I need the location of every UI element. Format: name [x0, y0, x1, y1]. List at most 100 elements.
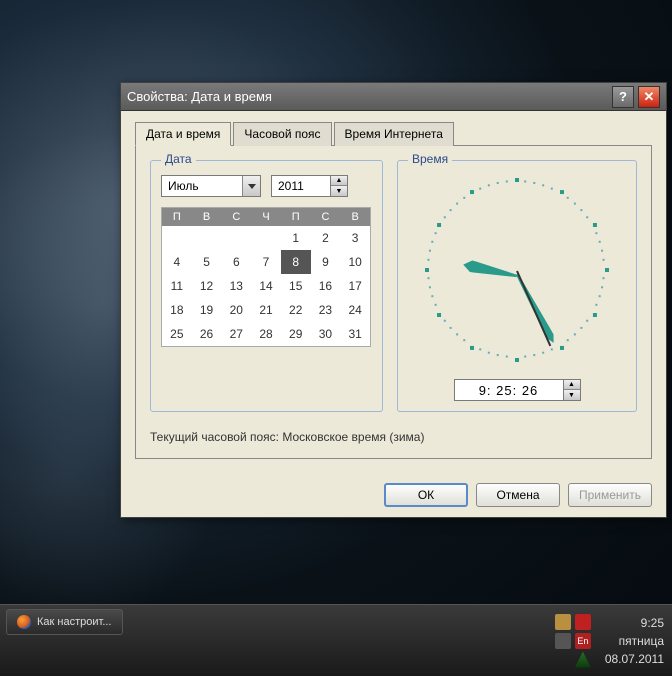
calendar-day[interactable]: 29	[281, 322, 311, 346]
tab-internet-time[interactable]: Время Интернета	[334, 122, 454, 146]
help-button[interactable]: ?	[612, 86, 634, 108]
clock-tick	[533, 182, 535, 184]
time-up-button[interactable]: ▲	[564, 380, 580, 390]
calendar-day[interactable]: 12	[192, 274, 222, 298]
clock-tick	[506, 356, 508, 358]
close-button[interactable]: ✕	[638, 86, 660, 108]
date-group-label: Дата	[161, 152, 196, 166]
calendar-day[interactable]: 25	[162, 322, 192, 346]
taskbar[interactable]: Как настроит... En 9:25 пятница 08.07.20…	[0, 604, 672, 676]
tray-clock[interactable]: 9:25 пятница 08.07.2011	[605, 614, 664, 668]
clock-tick	[605, 268, 609, 272]
clock-tick	[479, 348, 481, 350]
clock-tick	[437, 313, 441, 317]
clock-tick	[437, 223, 441, 227]
taskbar-app-button[interactable]: Как настроит...	[6, 609, 123, 635]
time-spinner[interactable]: 9: 25: 26 ▲ ▼	[454, 379, 581, 401]
year-value[interactable]: 2011	[271, 175, 331, 197]
tray-day: пятница	[605, 632, 664, 650]
chevron-down-icon[interactable]	[242, 176, 260, 196]
calendar-day[interactable]: 14	[251, 274, 281, 298]
calendar-day[interactable]: 30	[311, 322, 341, 346]
clock-tick	[435, 232, 437, 234]
clock-tick	[463, 197, 465, 199]
calendar-day[interactable]: 16	[311, 274, 341, 298]
calendar-day[interactable]: 26	[192, 322, 222, 346]
calendar-empty	[221, 226, 251, 250]
clock-tick	[595, 232, 597, 234]
year-down-button[interactable]: ▼	[331, 186, 347, 196]
calendar-day[interactable]: 3	[340, 226, 370, 250]
tray-icon-1[interactable]	[555, 614, 571, 630]
calendar-day[interactable]: 24	[340, 298, 370, 322]
weekday-header: С	[311, 208, 341, 226]
clock-tick	[435, 304, 437, 306]
clock-tick	[524, 180, 526, 182]
ok-button[interactable]: ОК	[384, 483, 468, 507]
clock-second-hand	[516, 271, 551, 347]
apply-button[interactable]: Применить	[568, 483, 652, 507]
calendar-day[interactable]: 6	[221, 250, 251, 274]
clock-tick	[599, 241, 601, 243]
calendar-day[interactable]: 13	[221, 274, 251, 298]
titlebar[interactable]: Свойства: Дата и время ? ✕	[121, 83, 666, 111]
calendar-day[interactable]: 17	[340, 274, 370, 298]
calendar-day[interactable]: 11	[162, 274, 192, 298]
month-select[interactable]: Июль	[161, 175, 261, 197]
calendar-day[interactable]: 9	[311, 250, 341, 274]
calendar-day[interactable]: 8	[281, 250, 311, 274]
tab-timezone[interactable]: Часовой пояс	[233, 122, 331, 146]
calendar-day[interactable]: 10	[340, 250, 370, 274]
calendar-day[interactable]: 18	[162, 298, 192, 322]
clock-tick	[429, 250, 431, 252]
system-tray: En 9:25 пятница 08.07.2011	[555, 609, 664, 672]
calendar-day[interactable]: 7	[251, 250, 281, 274]
calendar-day[interactable]: 31	[340, 322, 370, 346]
time-down-button[interactable]: ▼	[564, 390, 580, 400]
tray-icon-2[interactable]	[575, 614, 591, 630]
language-indicator[interactable]: En	[575, 633, 591, 649]
time-group: Время 9: 25: 26 ▲ ▼	[397, 160, 637, 412]
clock-tick	[456, 333, 458, 335]
calendar-day[interactable]: 2	[311, 226, 341, 250]
clock-tick	[515, 358, 519, 362]
timezone-text: Текущий часовой пояс: Московское время (…	[150, 430, 637, 444]
calendar-day[interactable]: 23	[311, 298, 341, 322]
calendar-day[interactable]: 5	[192, 250, 222, 274]
clock-tick	[560, 190, 564, 194]
clock-tick	[560, 346, 564, 350]
tray-time: 9:25	[605, 614, 664, 632]
taskbar-app-label: Как настроит...	[37, 616, 112, 628]
tray-icon-keyboard[interactable]	[555, 633, 571, 649]
calendar-day[interactable]: 15	[281, 274, 311, 298]
cancel-button[interactable]: Отмена	[476, 483, 560, 507]
clock-tick	[429, 286, 431, 288]
clock-minute-hand	[513, 272, 557, 345]
weekday-header: В	[192, 208, 222, 226]
calendar-day[interactable]: 19	[192, 298, 222, 322]
clock-tick	[601, 250, 603, 252]
clock-tick	[593, 313, 597, 317]
clock-tick	[444, 320, 446, 322]
clock-tick	[515, 178, 519, 182]
tab-date-time[interactable]: Дата и время	[135, 122, 231, 146]
clock-tick	[488, 352, 490, 354]
calendar-day[interactable]: 28	[251, 322, 281, 346]
calendar-day[interactable]: 21	[251, 298, 281, 322]
calendar-day[interactable]: 20	[221, 298, 251, 322]
weekday-header: П	[281, 208, 311, 226]
clock-tick	[450, 327, 452, 329]
tray-date: 08.07.2011	[605, 650, 664, 668]
clock-tick	[488, 184, 490, 186]
calendar-day[interactable]: 22	[281, 298, 311, 322]
calendar-day[interactable]: 4	[162, 250, 192, 274]
calendar-day[interactable]: 27	[221, 322, 251, 346]
window-title: Свойства: Дата и время	[127, 89, 608, 104]
time-value[interactable]: 9: 25: 26	[454, 379, 564, 401]
clock-tick	[533, 354, 535, 356]
year-spinner[interactable]: 2011 ▲ ▼	[271, 175, 348, 197]
calendar-day[interactable]: 1	[281, 226, 311, 250]
clock-tick	[580, 327, 582, 329]
year-up-button[interactable]: ▲	[331, 176, 347, 186]
tray-icon-3[interactable]	[575, 652, 591, 668]
